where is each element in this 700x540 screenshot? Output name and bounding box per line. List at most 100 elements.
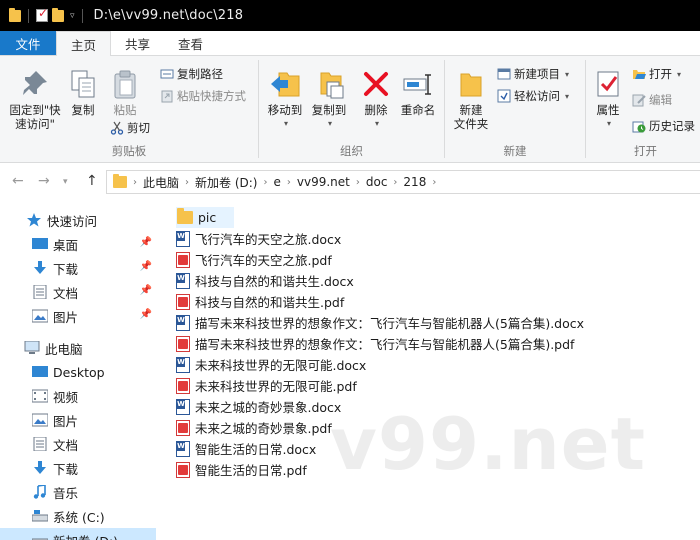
list-item[interactable]: 未来科技世界的无限可能.pdf [176, 375, 363, 396]
address-bar[interactable]: › 此电脑 › 新加卷 (D:) › e › vv99.net › doc › … [106, 170, 700, 194]
list-item[interactable]: 智能生活的日常.docx [176, 438, 322, 459]
word-document-icon [176, 398, 190, 415]
folder-icon[interactable] [9, 7, 21, 22]
sidebar-item-downloads-pc[interactable]: 下载 [0, 456, 156, 480]
breadcrumb-218[interactable]: 218 [399, 175, 430, 189]
tab-home[interactable]: 主页 [56, 31, 112, 56]
cut-label: 剪切 [127, 121, 150, 135]
chevron-right-icon[interactable]: › [285, 177, 293, 188]
rename-label: 重命名 [400, 103, 436, 117]
quick-access-toolbar: ▿ [9, 6, 86, 23]
open-group: 属性 ▾ 打开 ▾ 编辑 历史记录 打开 [586, 56, 700, 163]
sidebar-item-pictures-pc[interactable]: 图片 [0, 408, 156, 432]
easy-access-button[interactable]: 轻松访问 ▾ [497, 88, 569, 104]
list-item[interactable]: pic [176, 207, 234, 228]
file-name: 飞行汽车的天空之旅.pdf [195, 253, 332, 268]
sidebar-item-label: 此电脑 [45, 341, 83, 357]
list-item[interactable]: 描写未来科技世界的想象作文：飞行汽车与智能机器人(5篇合集).docx [176, 312, 590, 333]
cut-button[interactable]: 剪切 [110, 120, 150, 136]
open-group-label: 打开 [634, 144, 657, 158]
rename-button[interactable]: 重命名 [397, 68, 439, 117]
sidebar-item-documents[interactable]: 文档 📌 [0, 280, 156, 304]
videos-icon [31, 389, 49, 403]
list-item[interactable]: 未来之城的奇妙景象.docx [176, 396, 347, 417]
ribbon: 固定到"快 速访问" 复制 粘贴 复制路径 粘贴快捷方式 剪切 剪贴板 移动到 … [0, 56, 700, 163]
file-name: 科技与自然的和谐共生.pdf [195, 295, 345, 310]
organize-group: 移动到 ▾ 复制到 ▾ 删除 ▾ 重命名 组织 [259, 56, 444, 163]
sidebar-item-quick-access[interactable]: 快速访问 [0, 208, 156, 232]
chevron-right-icon[interactable]: › [354, 177, 362, 188]
breadcrumb-e[interactable]: e [269, 175, 284, 189]
back-arrow-icon[interactable]: ← [12, 173, 24, 189]
file-name: 飞行汽车的天空之旅.docx [195, 232, 342, 247]
move-to-button[interactable]: 移动到 ▾ [265, 68, 305, 131]
sidebar-item-this-pc[interactable]: 此电脑 [0, 336, 156, 360]
properties-icon[interactable] [36, 6, 48, 22]
list-item[interactable]: 智能生活的日常.pdf [176, 459, 313, 480]
sidebar-item-videos[interactable]: 视频 [0, 384, 156, 408]
pin-icon[interactable]: 📌 [140, 237, 152, 248]
breadcrumb-drive-d[interactable]: 新加卷 (D:) [191, 174, 261, 191]
list-item[interactable]: 描写未来科技世界的想象作文：飞行汽车与智能机器人(5篇合集).pdf [176, 333, 580, 354]
chevron-right-icon[interactable]: › [430, 177, 438, 188]
sidebar-item-desktop[interactable]: 桌面 📌 [0, 232, 156, 256]
sidebar-item-desktop-pc[interactable]: Desktop [0, 360, 156, 384]
new-folder-icon[interactable] [52, 7, 64, 22]
copy-to-icon [313, 68, 345, 100]
list-item[interactable]: 未来科技世界的无限可能.docx [176, 354, 372, 375]
file-name: 描写未来科技世界的想象作文：飞行汽车与智能机器人(5篇合集).pdf [195, 337, 575, 352]
edit-button[interactable]: 编辑 [632, 92, 672, 108]
sidebar-item-music[interactable]: 音乐 [0, 480, 156, 504]
forward-arrow-icon[interactable]: → [38, 173, 50, 189]
sidebar-item-downloads[interactable]: 下载 📌 [0, 256, 156, 280]
chevron-right-icon[interactable]: › [261, 177, 269, 188]
computer-icon [24, 340, 40, 355]
breadcrumb-doc[interactable]: doc [362, 175, 392, 189]
copy-path-button[interactable]: 复制路径 [160, 66, 223, 82]
file-name: 未来科技世界的无限可能.docx [195, 358, 367, 373]
music-icon [32, 484, 48, 499]
paste-button[interactable]: 粘贴 [108, 68, 142, 117]
list-item[interactable]: 飞行汽车的天空之旅.docx [176, 228, 347, 249]
new-folder-button[interactable]: 新建 文件夹 [449, 68, 493, 131]
tab-view[interactable]: 查看 [164, 31, 217, 55]
sidebar-item-label: 图片 [53, 413, 79, 429]
chevron-right-icon[interactable]: › [183, 177, 191, 188]
properties-button[interactable]: 属性 ▾ [590, 68, 626, 131]
sidebar-item-drive-d[interactable]: 新加卷 (D:) [0, 528, 156, 540]
chevron-right-icon[interactable]: › [131, 177, 139, 188]
recent-locations-icon[interactable]: ▾ [63, 177, 68, 187]
sidebar-item-drive-c[interactable]: 系统 (C:) [0, 504, 156, 528]
breadcrumb-this-pc[interactable]: 此电脑 [139, 174, 183, 191]
sidebar-item-pictures[interactable]: 图片 📌 [0, 304, 156, 328]
tab-file[interactable]: 文件 [0, 31, 56, 55]
list-item[interactable]: 未来之城的奇妙景象.pdf [176, 417, 338, 438]
copy-to-button[interactable]: 复制到 ▾ [309, 68, 349, 131]
pin-to-quick-access-button[interactable]: 固定到"快 速访问" [6, 68, 64, 131]
copy-to-label: 复制到 [311, 103, 347, 117]
paste-shortcut-button[interactable]: 粘贴快捷方式 [160, 88, 246, 104]
pin-icon[interactable]: 📌 [140, 309, 152, 320]
history-button[interactable]: 历史记录 [632, 118, 695, 134]
delete-button[interactable]: 删除 ▾ [359, 68, 393, 131]
file-name: 智能生活的日常.docx [195, 442, 317, 457]
sidebar-item-documents-pc[interactable]: 文档 [0, 432, 156, 456]
customize-toolbar-icon[interactable]: ▿ [70, 11, 75, 21]
pin-icon[interactable]: 📌 [140, 285, 152, 296]
pin-icon[interactable]: 📌 [140, 261, 152, 272]
chevron-right-icon[interactable]: › [391, 177, 399, 188]
list-item[interactable]: 科技与自然的和谐共生.pdf [176, 291, 350, 312]
breadcrumb-vv99[interactable]: vv99.net [293, 175, 354, 189]
sidebar-item-label: 系统 (C:) [53, 509, 105, 525]
up-arrow-icon[interactable]: ↑ [86, 173, 98, 189]
tab-share[interactable]: 共享 [111, 31, 164, 55]
sidebar-item-label: Desktop [53, 364, 105, 380]
copy-label: 复制 [71, 103, 95, 117]
new-item-button[interactable]: 新建项目 ▾ [497, 66, 569, 82]
open-button[interactable]: 打开 ▾ [632, 66, 681, 82]
new-folder-label: 新建 文件夹 [453, 103, 489, 131]
list-item[interactable]: 科技与自然的和谐共生.docx [176, 270, 360, 291]
dropdown-icon: ▾ [283, 119, 288, 128]
list-item[interactable]: 飞行汽车的天空之旅.pdf [176, 249, 338, 270]
copy-button[interactable]: 复制 [66, 68, 100, 117]
